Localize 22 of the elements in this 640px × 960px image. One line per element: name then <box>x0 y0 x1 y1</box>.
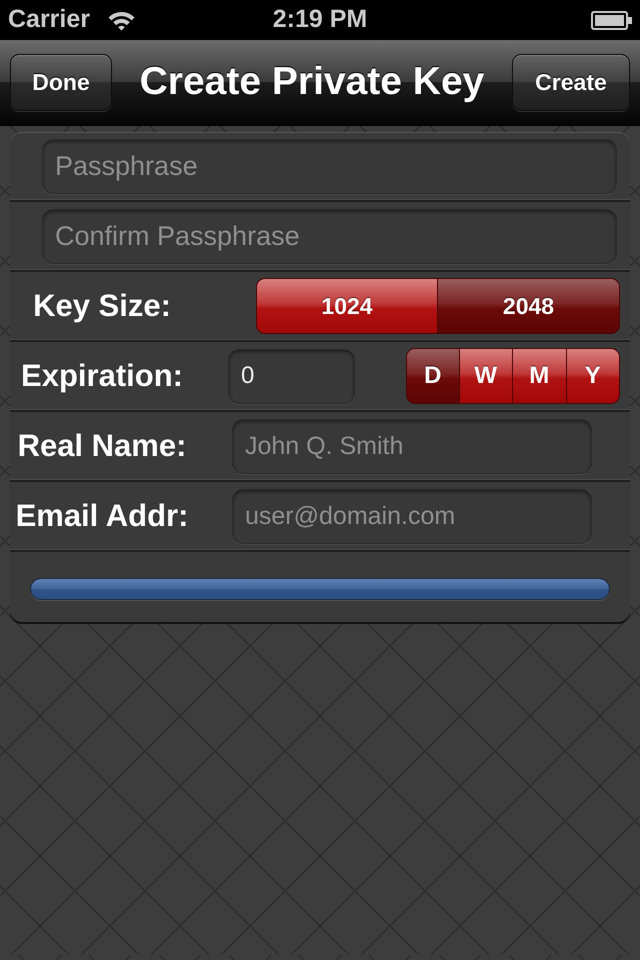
confirm-passphrase-field[interactable]: Confirm Passphrase <box>42 208 617 264</box>
carrier-label: Carrier <box>8 4 90 36</box>
passphrase-field[interactable]: Passphrase <box>42 138 617 194</box>
segment-button[interactable]: 2048 <box>438 278 620 334</box>
battery-icon <box>591 10 632 30</box>
email-field[interactable]: user@domain.com <box>232 488 592 544</box>
segment-button[interactable]: D <box>406 348 460 404</box>
name-field[interactable]: John Q. Smith <box>232 418 592 474</box>
segment-button[interactable]: Y <box>566 348 620 404</box>
field-label: Real Name: <box>16 426 188 465</box>
done-button[interactable]: Done <box>10 54 112 111</box>
create-button[interactable]: Create <box>512 54 630 111</box>
segment-button[interactable]: W <box>460 348 513 404</box>
time-label: 2:19 PM <box>272 5 368 34</box>
screen-title: Create Private Key <box>140 59 484 106</box>
field-label: Key Size: <box>32 286 172 325</box>
number-field[interactable]: 0 <box>228 348 355 404</box>
field-label: Expiration: <box>20 356 184 395</box>
segment-button[interactable]: M <box>513 348 566 404</box>
segment-button[interactable]: 1024 <box>256 278 438 334</box>
wifi-icon <box>107 9 136 31</box>
field-label: Email Addr: <box>14 496 190 535</box>
